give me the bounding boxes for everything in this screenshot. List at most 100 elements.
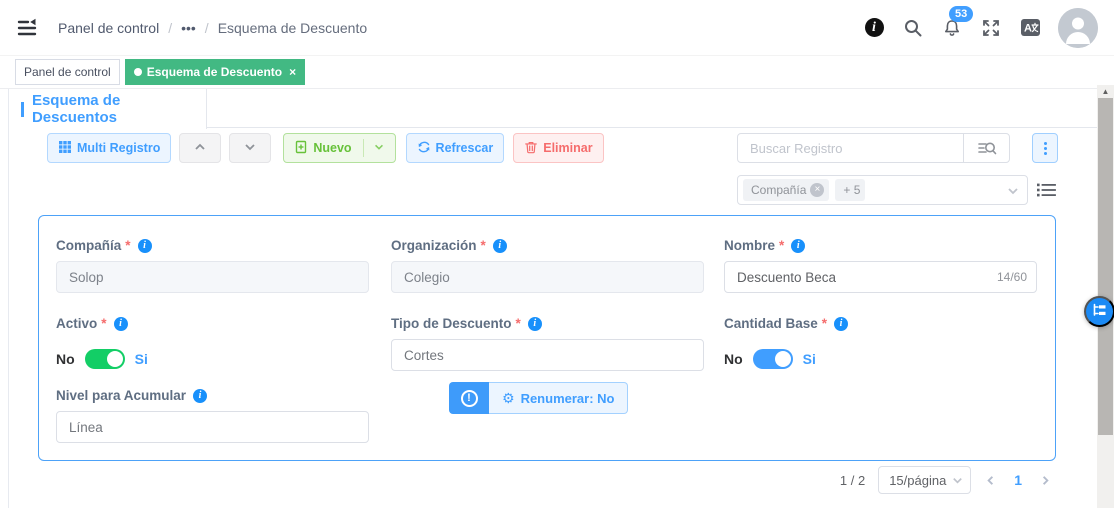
field-info-icon[interactable]: i [527, 316, 542, 331]
notification-badge: 53 [949, 5, 974, 22]
breadcrumb-item-current: Esquema de Descuento [217, 19, 368, 36]
scroll-up-arrow[interactable]: ▲ [1097, 85, 1114, 98]
delete-button[interactable]: Eliminar [513, 133, 604, 163]
field-info-icon[interactable]: i [791, 238, 806, 253]
new-dropdown-chevron-icon[interactable] [373, 141, 385, 156]
record-form-card: Compañía* i Organización* i Nombre* i 14… [38, 215, 1056, 461]
field-info-icon[interactable]: i [492, 238, 507, 253]
char-counter: 14/60 [996, 270, 1027, 284]
tree-table-icon [1091, 302, 1108, 322]
panel-left-border [8, 89, 9, 508]
select-chevron-down-icon [1006, 184, 1020, 203]
breadcrumb-separator: / [204, 19, 209, 36]
pagination: 1 / 2 15/página 1 [840, 466, 1052, 494]
field-label: Nivel para Acumular i [56, 388, 369, 403]
select-chevron-down-icon [953, 478, 963, 484]
close-tab-icon[interactable]: × [289, 60, 296, 84]
active-tab-dot [133, 68, 142, 76]
refresh-icon [417, 140, 431, 157]
field-label: Organización * i [391, 238, 704, 253]
dot [1043, 141, 1047, 145]
field-tipo-de-descuento: Tipo de Descuento * i [391, 316, 704, 371]
field-nivel-para-acumular: Nivel para Acumular i [56, 388, 369, 443]
switch-off-label: No [56, 351, 75, 367]
field-label: Cantidad Base * i [724, 316, 1037, 331]
tab-label: Esquema de Descuento [146, 65, 283, 79]
search-icon[interactable] [902, 17, 924, 39]
next-record-button[interactable] [229, 133, 272, 163]
field-label: Nombre * i [724, 238, 1037, 253]
field-info-icon[interactable]: i [113, 316, 128, 331]
compania-input [56, 261, 369, 293]
organizacion-input [391, 261, 704, 293]
tipo-de-descuento-input[interactable] [391, 339, 704, 371]
user-avatar[interactable] [1058, 7, 1098, 48]
alert-icon[interactable]: ! [449, 382, 489, 414]
field-info-icon[interactable]: i [193, 388, 208, 403]
chevron-down-icon [243, 140, 257, 157]
more-options-button[interactable] [1032, 133, 1058, 163]
page-size-select[interactable]: 15/página [878, 466, 972, 494]
button-divider [362, 139, 364, 157]
window-tab-header: Esquema de Descuentos [9, 89, 1097, 129]
switch-on-label: Si [134, 351, 148, 367]
tab-esquema-de-descuento[interactable]: Esquema de Descuento × [124, 59, 306, 85]
breadcrumb-item-home[interactable]: Panel de control [58, 20, 159, 36]
nivel-para-acumular-input[interactable] [56, 411, 369, 443]
records-panel-fab[interactable] [1084, 296, 1114, 327]
pagination-total: 1 / 2 [839, 472, 866, 488]
dot [1043, 151, 1047, 155]
field-compania: Compañía * i [56, 238, 369, 293]
sidebar-collapse-icon[interactable] [16, 17, 38, 39]
field-list-icon[interactable] [1036, 181, 1056, 199]
field-nombre: Nombre* i 14/60 [724, 238, 1037, 293]
field-label: Compañía * i [56, 238, 369, 253]
gear-icon: ⚙ [502, 390, 515, 406]
svg-text:A: A [1024, 23, 1032, 35]
renumber-action[interactable]: ! ⚙ Renumerar: No [449, 382, 629, 414]
notifications-bell-icon[interactable]: 53 [941, 5, 974, 39]
document-plus-icon [294, 140, 308, 157]
cantidad-base-toggle[interactable] [752, 349, 793, 369]
field-label: Activo * i [56, 316, 369, 331]
refresh-button[interactable]: Refrescar [405, 133, 505, 163]
nombre-input[interactable] [724, 261, 1037, 293]
breadcrumb: Panel de control / ••• / Esquema de Desc… [58, 20, 367, 36]
advanced-search-icon[interactable] [963, 134, 1009, 162]
new-record-button[interactable]: Nuevo [283, 133, 396, 163]
multi-record-button[interactable]: Multi Registro [47, 133, 172, 163]
switch-off-label: No [724, 351, 743, 367]
field-tag-more-count: + 5 [835, 179, 866, 201]
visible-fields-select[interactable]: Compañía × + 5 [737, 175, 1028, 205]
activo-toggle[interactable] [84, 349, 125, 369]
record-search [737, 133, 1010, 163]
next-page-icon[interactable] [1039, 474, 1052, 487]
field-organizacion: Organización * i [391, 238, 704, 293]
tab-panel-de-control[interactable]: Panel de control [15, 59, 120, 85]
current-page[interactable]: 1 [1010, 472, 1026, 488]
top-navbar: Panel de control / ••• / Esquema de Desc… [0, 0, 1114, 56]
info-icon[interactable]: i [863, 17, 885, 39]
fullscreen-icon[interactable] [980, 17, 1002, 39]
title-accent-bar [21, 101, 24, 117]
breadcrumb-separator: / [168, 19, 173, 36]
previous-record-button[interactable] [179, 133, 222, 163]
search-input[interactable] [738, 134, 963, 162]
breadcrumb-collapsed[interactable]: ••• [181, 20, 196, 36]
scrollbar-thumb[interactable] [1098, 98, 1113, 435]
renumber-button[interactable]: ⚙ Renumerar: No [489, 382, 629, 414]
remove-tag-icon[interactable]: × [810, 183, 825, 197]
field-info-icon[interactable]: i [834, 316, 849, 331]
field-cantidad-base: Cantidad Base * i No Si [724, 316, 1037, 369]
toolbar: Multi Registro Nuevo Refrescar Eliminar [47, 133, 604, 163]
window-tab-esquema-de-descuentos[interactable]: Esquema de Descuentos [9, 89, 207, 129]
page-title: Esquema de Descuentos [31, 92, 121, 126]
field-info-icon[interactable]: i [137, 238, 152, 253]
tags-view-bar: Panel de control Esquema de Descuento × [0, 56, 1114, 89]
chevron-up-icon [193, 140, 207, 157]
field-tag-compania: Compañía × [743, 179, 830, 201]
previous-page-icon[interactable] [984, 474, 997, 487]
grid-icon [58, 140, 72, 157]
field-activo: Activo * i No Si [56, 316, 369, 369]
translate-icon[interactable]: A [1019, 17, 1041, 39]
